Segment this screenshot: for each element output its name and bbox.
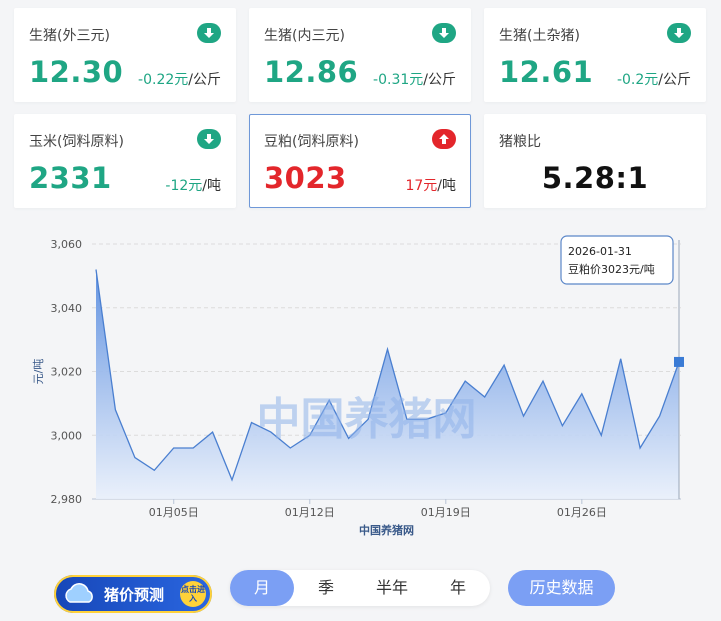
card-title: 猪粮比 xyxy=(499,134,541,150)
change-amount: -12元 xyxy=(165,178,203,194)
change-unit: /吨 xyxy=(437,178,456,194)
price-card[interactable]: 猪粮比 5.28:1 xyxy=(484,114,706,208)
card-change: 17元/吨 xyxy=(405,175,456,195)
period-toggle: 月 季 半年 年 xyxy=(230,570,490,606)
history-data-button[interactable]: 历史数据 xyxy=(508,570,615,606)
card-change: -0.31元/公斤 xyxy=(373,69,456,89)
y-tick-label: 3,040 xyxy=(51,302,83,315)
change-amount: -0.2元 xyxy=(616,72,659,88)
period-quarter-button[interactable]: 季 xyxy=(294,570,358,606)
card-title: 生猪(内三元) xyxy=(264,28,345,44)
change-amount: 17元 xyxy=(405,178,438,194)
change-unit: /公斤 xyxy=(423,72,456,88)
price-card[interactable]: 生猪(外三元) 12.30 -0.22元/公斤 xyxy=(14,8,236,102)
forecast-label: 猪价预测 xyxy=(104,586,165,604)
y-tick-label: 3,060 xyxy=(51,238,83,251)
change-amount: -0.31元 xyxy=(373,72,424,88)
price-chart: 2,980 3,000 3,020 3,040 3,060 01月05日 01月12日 01月… xyxy=(32,235,684,537)
card-title: 豆粕(饲料原料) xyxy=(264,134,359,150)
change-unit: /公斤 xyxy=(188,72,221,88)
y-tick-label: 2,980 xyxy=(51,493,83,506)
arrow-down-icon xyxy=(667,23,691,43)
price-card[interactable]: 生猪(内三元) 12.86 -0.31元/公斤 xyxy=(249,8,471,102)
arrow-down-icon xyxy=(432,23,456,43)
card-value: 12.61 xyxy=(499,55,594,89)
price-card[interactable]: 生猪(土杂猪) 12.61 -0.2元/公斤 xyxy=(484,8,706,102)
data-point xyxy=(674,356,684,367)
x-tick-label: 01月05日 xyxy=(149,506,199,519)
y-tick-label: 3,020 xyxy=(51,366,83,379)
watermark: 中国养猪网 xyxy=(257,394,477,445)
card-title: 生猪(外三元) xyxy=(29,28,110,44)
period-halfyear-button[interactable]: 半年 xyxy=(358,570,426,606)
x-axis-label: 中国养猪网 xyxy=(359,523,414,537)
card-value: 12.86 xyxy=(264,55,359,89)
price-card[interactable]: 玉米(饲料原料) 2331 -12元/吨 xyxy=(14,114,236,208)
arrow-down-icon xyxy=(197,129,221,149)
y-axis-label: 元/吨 xyxy=(32,359,45,385)
card-change: -0.22元/公斤 xyxy=(138,69,221,89)
forecast-badge: 点击进入 xyxy=(180,581,206,607)
card-change: -0.2元/公斤 xyxy=(617,69,691,89)
price-card[interactable]: 豆粕(饲料原料) 3023 17元/吨 xyxy=(249,114,471,208)
change-unit: /公斤 xyxy=(658,72,691,88)
change-amount: -0.22元 xyxy=(138,72,189,88)
y-tick-label: 3,000 xyxy=(51,429,83,442)
card-value: 5.28:1 xyxy=(541,161,649,195)
arrow-up-icon xyxy=(432,129,456,149)
tooltip-value: 豆粕价3023元/吨 xyxy=(568,262,655,276)
card-value: 12.30 xyxy=(29,55,124,89)
cloud-icon xyxy=(65,583,93,603)
x-tick-label: 01月26日 xyxy=(557,506,607,519)
series-area xyxy=(96,269,679,499)
period-month-button[interactable]: 月 xyxy=(230,570,294,606)
period-year-button[interactable]: 年 xyxy=(426,570,490,606)
x-tick-label: 01月19日 xyxy=(421,506,471,519)
card-value: 3023 xyxy=(264,161,347,195)
arrow-down-icon xyxy=(197,23,221,43)
price-forecast-banner[interactable]: 猪价预测 点击进入 xyxy=(54,575,212,613)
card-change: -12元/吨 xyxy=(165,175,221,195)
change-unit: /吨 xyxy=(202,178,221,194)
x-tick-label: 01月12日 xyxy=(285,506,335,519)
card-title: 玉米(饲料原料) xyxy=(29,134,124,150)
tooltip-date: 2026-01-31 xyxy=(568,245,632,258)
card-title: 生猪(土杂猪) xyxy=(499,28,580,44)
card-value: 2331 xyxy=(29,161,112,195)
tooltip-box xyxy=(560,235,674,285)
